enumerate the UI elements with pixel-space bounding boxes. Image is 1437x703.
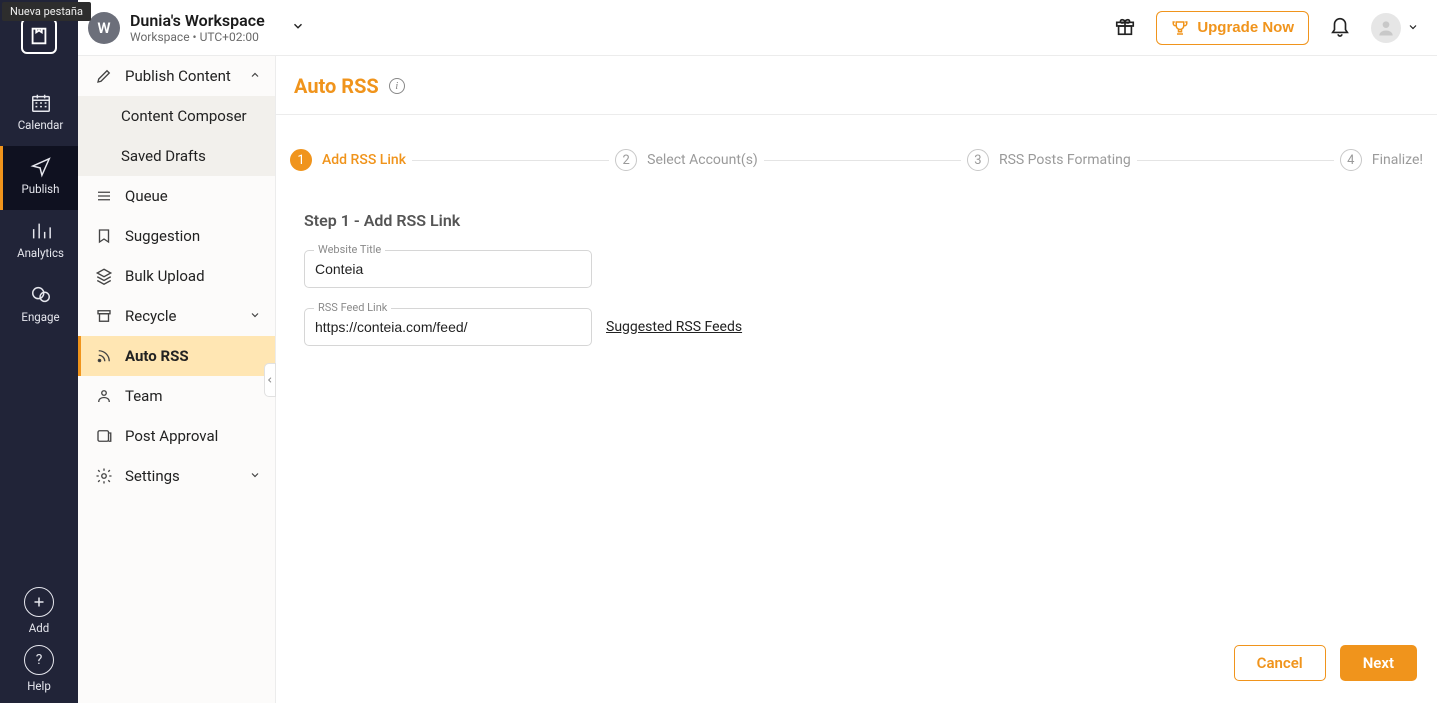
archive-icon bbox=[95, 307, 113, 325]
step-label: Finalize! bbox=[1372, 152, 1423, 168]
trophy-icon bbox=[1171, 19, 1189, 37]
sidebar-label: Settings bbox=[125, 467, 180, 485]
step-3[interactable]: 3 RSS Posts Formating bbox=[967, 149, 1131, 171]
list-icon bbox=[95, 187, 113, 205]
rail-label: Analytics bbox=[17, 246, 64, 260]
cancel-button[interactable]: Cancel bbox=[1234, 645, 1326, 681]
gear-icon bbox=[95, 467, 113, 485]
website-title-field: Website Title bbox=[304, 250, 592, 288]
bookmark-icon bbox=[95, 227, 113, 245]
approval-icon bbox=[95, 427, 113, 445]
step-number: 2 bbox=[615, 149, 637, 171]
page-title-row: Auto RSS i bbox=[276, 56, 1437, 115]
rail-add-label: Add bbox=[29, 621, 49, 635]
rail-add[interactable]: Add bbox=[24, 587, 54, 635]
rail-label: Calendar bbox=[18, 118, 64, 132]
footer-actions: Cancel Next bbox=[276, 631, 1437, 703]
gift-icon[interactable] bbox=[1114, 15, 1136, 41]
step-connector bbox=[412, 160, 609, 161]
step-4[interactable]: 4 Finalize! bbox=[1340, 149, 1423, 171]
sidebar-label: Team bbox=[125, 387, 163, 405]
chevron-down-icon[interactable] bbox=[291, 18, 305, 37]
rss-form: Step 1 - Add RSS Link Website Title RSS … bbox=[276, 171, 1437, 366]
rss-link-field-row: RSS Feed Link Suggested RSS Feeds bbox=[304, 308, 1437, 346]
sidebar-item-content-composer[interactable]: Content Composer bbox=[78, 96, 275, 136]
workspace-title: Dunia's Workspace bbox=[130, 11, 265, 30]
new-tab-tooltip: Nueva pestaña bbox=[2, 2, 91, 21]
info-icon[interactable]: i bbox=[389, 78, 405, 94]
step-label: Select Account(s) bbox=[647, 152, 758, 168]
step-number: 1 bbox=[290, 149, 312, 171]
sidebar-label: Saved Drafts bbox=[121, 147, 206, 165]
rail-label: Publish bbox=[22, 182, 60, 196]
sidebar-item-queue[interactable]: Queue bbox=[78, 176, 275, 216]
step-connector bbox=[764, 160, 961, 161]
sidebar-item-saved-drafts[interactable]: Saved Drafts bbox=[78, 136, 275, 176]
step-number: 3 bbox=[967, 149, 989, 171]
app-logo[interactable] bbox=[21, 18, 57, 54]
user-icon bbox=[95, 387, 113, 405]
wizard-stepper: 1 Add RSS Link 2 Select Account(s) 3 RSS… bbox=[276, 115, 1437, 171]
field-label: Website Title bbox=[314, 243, 385, 256]
sidebar-label: Queue bbox=[125, 187, 168, 205]
chevron-down-icon bbox=[249, 467, 261, 485]
form-heading: Step 1 - Add RSS Link bbox=[304, 211, 1437, 230]
upgrade-button[interactable]: Upgrade Now bbox=[1156, 11, 1309, 45]
sidebar-item-team[interactable]: Team bbox=[78, 376, 275, 416]
next-button[interactable]: Next bbox=[1340, 645, 1417, 681]
step-label: RSS Posts Formating bbox=[999, 152, 1131, 168]
publish-sidebar: Publish Content Content Composer Saved D… bbox=[78, 56, 276, 703]
sidebar-label: Suggestion bbox=[125, 227, 200, 245]
rail-item-publish[interactable]: Publish bbox=[0, 146, 78, 210]
step-2[interactable]: 2 Select Account(s) bbox=[615, 149, 758, 171]
sidebar-item-recycle[interactable]: Recycle bbox=[78, 296, 275, 336]
sidebar-label: Publish Content bbox=[125, 67, 231, 85]
sidebar-label: Post Approval bbox=[125, 427, 218, 445]
rss-icon bbox=[95, 347, 113, 365]
main-content: Auto RSS i 1 Add RSS Link 2 Select Accou… bbox=[276, 56, 1437, 703]
sidebar-label: Auto RSS bbox=[125, 347, 189, 365]
rail-item-engage[interactable]: Engage bbox=[0, 274, 78, 338]
edit-icon bbox=[95, 67, 113, 85]
sidebar-item-suggestion[interactable]: Suggestion bbox=[78, 216, 275, 256]
sidebar-item-auto-rss[interactable]: Auto RSS bbox=[78, 336, 275, 376]
rail-item-analytics[interactable]: Analytics bbox=[0, 210, 78, 274]
rail-item-calendar[interactable]: Calendar bbox=[0, 82, 78, 146]
upgrade-label: Upgrade Now bbox=[1197, 19, 1294, 36]
chevron-up-icon bbox=[249, 67, 261, 85]
workspace-subtitle: Workspace • UTC+02:00 bbox=[130, 30, 265, 44]
step-connector bbox=[1137, 160, 1334, 161]
bell-icon[interactable] bbox=[1329, 15, 1351, 41]
layers-icon bbox=[95, 267, 113, 285]
top-header: W Dunia's Workspace Workspace • UTC+02:0… bbox=[78, 0, 1437, 56]
collapse-sidebar-handle[interactable] bbox=[264, 363, 276, 397]
sidebar-label: Content Composer bbox=[121, 107, 247, 125]
sidebar-label: Recycle bbox=[125, 307, 177, 325]
question-icon: ? bbox=[24, 645, 54, 675]
sidebar-item-publish-content[interactable]: Publish Content bbox=[78, 56, 275, 96]
step-1[interactable]: 1 Add RSS Link bbox=[290, 149, 406, 171]
step-number: 4 bbox=[1340, 149, 1362, 171]
rail-help[interactable]: ? Help bbox=[24, 645, 54, 693]
rail-help-label: Help bbox=[27, 679, 51, 693]
suggested-rss-feeds-link[interactable]: Suggested RSS Feeds bbox=[606, 319, 742, 335]
chevron-down-icon bbox=[249, 307, 261, 325]
page-title: Auto RSS bbox=[294, 74, 379, 98]
chevron-down-icon[interactable] bbox=[1407, 18, 1419, 37]
sidebar-item-settings[interactable]: Settings bbox=[78, 456, 275, 496]
sidebar-item-bulk-upload[interactable]: Bulk Upload bbox=[78, 256, 275, 296]
workspace-switcher[interactable]: Dunia's Workspace Workspace • UTC+02:00 bbox=[130, 11, 265, 44]
sidebar-label: Bulk Upload bbox=[125, 267, 205, 285]
user-avatar[interactable] bbox=[1371, 13, 1401, 43]
main-nav-rail: Calendar Publish Analytics Engage Add ? … bbox=[0, 0, 78, 703]
workspace-avatar[interactable]: W bbox=[88, 12, 120, 44]
plus-icon bbox=[24, 587, 54, 617]
rail-label: Engage bbox=[21, 310, 59, 324]
sidebar-item-post-approval[interactable]: Post Approval bbox=[78, 416, 275, 456]
field-label: RSS Feed Link bbox=[314, 301, 391, 314]
step-label: Add RSS Link bbox=[322, 152, 406, 168]
